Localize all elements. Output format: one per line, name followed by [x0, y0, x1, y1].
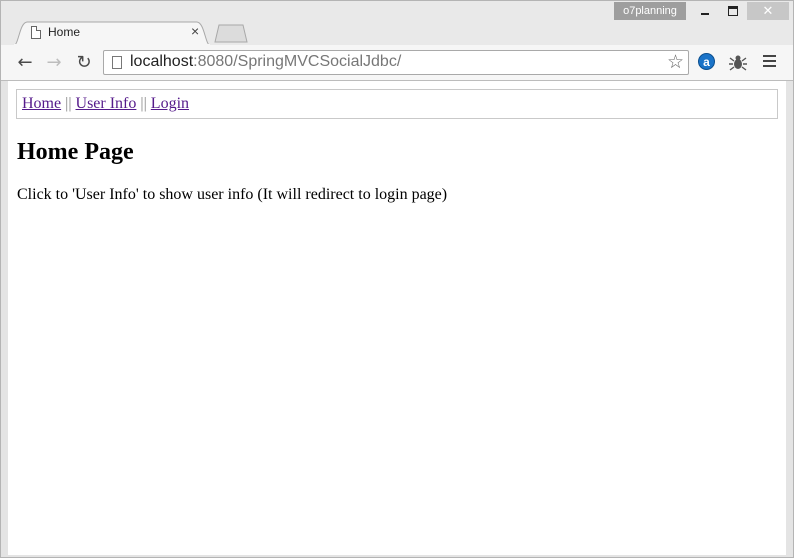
nav-separator: || — [65, 95, 72, 112]
extension-a-icon[interactable]: a — [698, 53, 715, 70]
page-description: Click to 'User Info' to show user info (… — [17, 186, 448, 203]
star-icon[interactable]: ☆ — [667, 51, 684, 74]
url-host: localhost — [130, 53, 194, 70]
site-navbar: Home || User Info || Login — [16, 89, 778, 119]
hamburger-menu-icon[interactable] — [763, 55, 777, 69]
minimize-button[interactable] — [691, 2, 719, 20]
page-content: Home || User Info || Login Home Page Cli… — [8, 81, 786, 555]
reload-icon[interactable]: ↻ — [74, 53, 94, 73]
browser-window: o7planning ✕ Home × ← → ↻ localhost:8080… — [0, 0, 794, 558]
nav-separator: || — [140, 95, 147, 112]
forward-arrow-icon[interactable]: → — [44, 53, 64, 73]
browser-toolbar: ← → ↻ localhost:8080/SpringMVCSocialJdbc… — [1, 45, 793, 81]
maximize-button[interactable] — [719, 2, 747, 20]
new-tab-icon — [214, 24, 248, 43]
bug-icon-graphic — [729, 55, 747, 71]
tab-title: Home — [48, 25, 81, 39]
window-close-button[interactable]: ✕ — [747, 2, 789, 20]
tab-close-icon[interactable]: × — [191, 23, 199, 39]
page-icon — [31, 26, 41, 39]
url-text[interactable]: localhost:8080/SpringMVCSocialJdbc/ — [130, 53, 401, 71]
back-arrow-icon[interactable]: ← — [15, 53, 35, 73]
nav-link-login[interactable]: Login — [151, 95, 189, 112]
profile-badge[interactable]: o7planning — [614, 2, 686, 20]
page-icon — [112, 56, 122, 69]
page-title: Home Page — [17, 139, 134, 165]
tab-shape — [13, 21, 211, 46]
title-bar: o7planning ✕ Home × — [1, 1, 793, 46]
new-tab-button[interactable] — [213, 23, 249, 43]
bug-icon[interactable] — [728, 53, 748, 73]
tab-home[interactable]: Home × — [13, 21, 211, 46]
address-bar[interactable]: localhost:8080/SpringMVCSocialJdbc/ ☆ — [103, 50, 689, 75]
nav-link-user-info[interactable]: User Info — [76, 95, 137, 112]
url-path: :8080/SpringMVCSocialJdbc/ — [193, 53, 402, 70]
nav-link-home[interactable]: Home — [22, 95, 61, 112]
